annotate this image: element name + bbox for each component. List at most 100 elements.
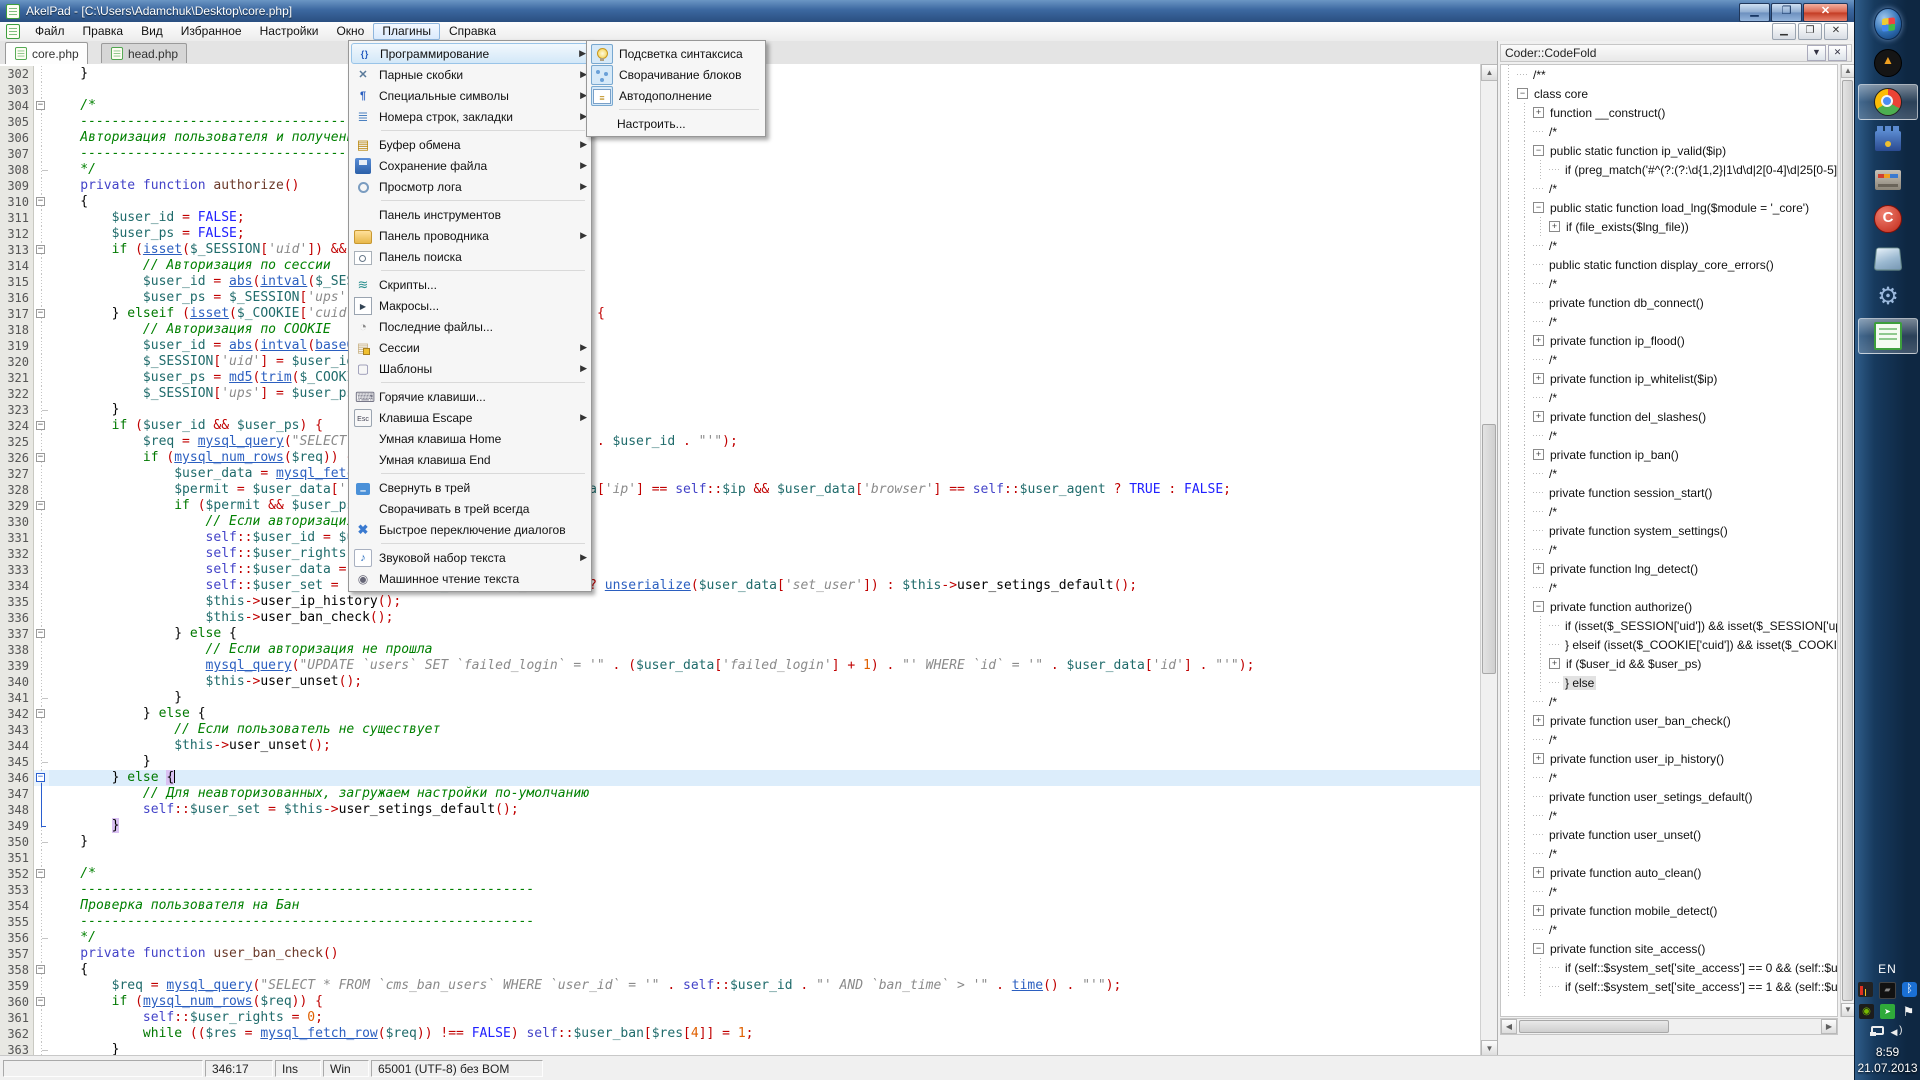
hw-monitor-icon[interactable] <box>1858 982 1873 997</box>
tree-row[interactable]: /* <box>1501 540 1837 559</box>
editor-scroll-thumb[interactable] <box>1482 424 1496 674</box>
code-line-324[interactable]: 324− if ($user_id && $user_ps) { <box>0 418 1480 434</box>
fold-margin[interactable] <box>34 594 49 610</box>
aimp-icon[interactable] <box>1858 45 1918 81</box>
tree-row[interactable]: +if (file_exists($lng_file)) <box>1501 217 1837 236</box>
plugins-menu-item-клавиша-escape[interactable]: Клавиша Escape▶ <box>351 407 589 428</box>
panel-hscroll-thumb[interactable] <box>1519 1020 1669 1033</box>
code-line-320[interactable]: 320 $_SESSION['uid'] = $user_id; <box>0 354 1480 370</box>
fold-margin[interactable] <box>34 66 49 82</box>
fold-margin[interactable] <box>34 402 49 418</box>
code-line-354[interactable]: 354 Проверка пользователя на Бан <box>0 898 1480 914</box>
tree-row[interactable]: −public static function ip_valid($ip) <box>1501 141 1837 160</box>
codefold-panel-titlebar[interactable]: Coder::CodeFold ▼ ✕ <box>1500 44 1852 62</box>
fold-margin[interactable] <box>34 978 49 994</box>
fold-margin[interactable] <box>34 530 49 546</box>
chip-icon[interactable] <box>1879 982 1896 999</box>
fold-margin[interactable] <box>34 258 49 274</box>
expand-icon[interactable]: + <box>1533 373 1544 384</box>
fold-collapse-icon[interactable]: − <box>36 501 45 510</box>
fold-margin[interactable] <box>34 130 49 146</box>
code-line-361[interactable]: 361 self::$user_rights = 0; <box>0 1010 1480 1026</box>
fold-margin[interactable] <box>34 434 49 450</box>
code-line-319[interactable]: 319 $user_id = abs(intval(base64_decode(… <box>0 338 1480 354</box>
code-line-336[interactable]: 336 $this->user_ban_check(); <box>0 610 1480 626</box>
scroll-right-button[interactable]: ▶ <box>1821 1019 1837 1034</box>
fold-margin[interactable] <box>34 658 49 674</box>
tree-row[interactable]: +private function del_slashes() <box>1501 407 1837 426</box>
tree-row[interactable]: +private function mobile_detect() <box>1501 901 1837 920</box>
fold-margin[interactable] <box>34 514 49 530</box>
fold-margin[interactable]: − <box>34 194 49 210</box>
expand-icon[interactable]: + <box>1533 107 1544 118</box>
programming-submenu-item-настроить-[interactable]: Настроить... <box>589 113 763 134</box>
tree-row[interactable]: private function system_settings() <box>1501 521 1837 540</box>
fold-margin[interactable] <box>34 834 49 850</box>
fold-margin[interactable] <box>34 546 49 562</box>
tree-row[interactable]: /* <box>1501 920 1837 939</box>
code-line-333[interactable]: 333 self::$user_data = $user_data; <box>0 562 1480 578</box>
fold-margin[interactable]: − <box>34 994 49 1010</box>
plugins-menu-item-машинное-чтение-текста[interactable]: Машинное чтение текста <box>351 568 589 589</box>
plugins-menu-item-умная-клавиша-end[interactable]: Умная клавиша End <box>351 449 589 470</box>
fold-margin[interactable] <box>34 338 49 354</box>
chrome-icon[interactable] <box>1858 84 1918 120</box>
tree-row[interactable]: } elseif (isset($_COOKIE['cuid']) && iss… <box>1501 635 1837 654</box>
code-line-340[interactable]: 340 $this->user_unset(); <box>0 674 1480 690</box>
code-line-362[interactable]: 362 while (($res = mysql_fetch_row($req)… <box>0 1026 1480 1042</box>
collapse-icon[interactable]: − <box>1533 601 1544 612</box>
fold-margin[interactable] <box>34 178 49 194</box>
code-line-337[interactable]: 337− } else { <box>0 626 1480 642</box>
code-line-330[interactable]: 330 // Если авторизация прошла <box>0 514 1480 530</box>
tree-row[interactable]: +private function auto_clean() <box>1501 863 1837 882</box>
plugins-menu-item-просмотр-лога[interactable]: Просмотр лога▶ <box>351 176 589 197</box>
fold-collapse-icon[interactable]: − <box>36 629 45 638</box>
tree-row[interactable]: /* <box>1501 464 1837 483</box>
panel-horizontal-scrollbar[interactable]: ◀ ▶ <box>1500 1018 1838 1035</box>
panel-scroll-up-button[interactable]: ▲ <box>1841 64 1855 78</box>
fold-margin[interactable] <box>34 370 49 386</box>
code-line-358[interactable]: 358− { <box>0 962 1480 978</box>
tree-row[interactable]: /* <box>1501 692 1837 711</box>
tree-row[interactable]: +private function user_ip_history() <box>1501 749 1837 768</box>
fold-margin[interactable]: − <box>34 418 49 434</box>
tree-row[interactable]: /* <box>1501 236 1837 255</box>
tree-row[interactable]: −class core <box>1501 84 1837 103</box>
tree-row[interactable]: public static function display_core_erro… <box>1501 255 1837 274</box>
plugins-menu-item-панель-проводника[interactable]: Панель проводника▶ <box>351 225 589 246</box>
code-line-351[interactable]: 351 <box>0 850 1480 866</box>
tree-row[interactable]: if (self::$system_set['site_access'] == … <box>1501 977 1837 996</box>
code-line-318[interactable]: 318 // Авторизация по COOKIE <box>0 322 1480 338</box>
panel-dropdown-button[interactable]: ▼ <box>1807 45 1826 61</box>
code-line-315[interactable]: 315 $user_id = abs(intval($_SESSION['uid… <box>0 274 1480 290</box>
fold-margin[interactable]: − <box>34 450 49 466</box>
nvidia-icon[interactable] <box>1859 1004 1874 1019</box>
code-line-350[interactable]: 350 } <box>0 834 1480 850</box>
minimize-button[interactable]: ▁ <box>1739 3 1770 22</box>
fold-margin[interactable] <box>34 354 49 370</box>
fold-margin[interactable] <box>34 578 49 594</box>
fold-margin[interactable] <box>34 722 49 738</box>
code-line-335[interactable]: 335 $this->user_ip_history(); <box>0 594 1480 610</box>
mdi-restore-button[interactable]: ❐ <box>1798 23 1822 40</box>
fold-margin[interactable] <box>34 226 49 242</box>
tree-row[interactable]: −public static function load_lng($module… <box>1501 198 1837 217</box>
tab-head.php[interactable]: head.php <box>101 43 187 63</box>
menubar-item-Справка[interactable]: Справка <box>440 23 505 40</box>
expand-icon[interactable]: + <box>1533 335 1544 346</box>
fold-margin[interactable] <box>34 642 49 658</box>
tree-row[interactable]: } else <box>1501 673 1837 692</box>
language-indicator[interactable]: EN <box>1855 962 1920 976</box>
network-icon[interactable] <box>1871 1026 1884 1035</box>
code-line-357[interactable]: 357 private function user_ban_check() <box>0 946 1480 962</box>
fold-margin[interactable] <box>34 114 49 130</box>
code-editor[interactable]: 302 }303304− /*305 ---------------------… <box>0 64 1497 1057</box>
tree-row[interactable]: /* <box>1501 768 1837 787</box>
expand-icon[interactable]: + <box>1533 449 1544 460</box>
code-line-321[interactable]: 321 $user_ps = md5(trim($_COOKIE['cups']… <box>0 370 1480 386</box>
fold-margin[interactable] <box>34 946 49 962</box>
programming-submenu-item-автодополнение[interactable]: Автодополнение <box>589 85 763 106</box>
plugins-menu-item-буфер-обмена[interactable]: Буфер обмена▶ <box>351 134 589 155</box>
tree-row[interactable]: −private function site_access() <box>1501 939 1837 958</box>
plugins-menu-item-программирование[interactable]: Программирование▶ <box>351 43 589 64</box>
